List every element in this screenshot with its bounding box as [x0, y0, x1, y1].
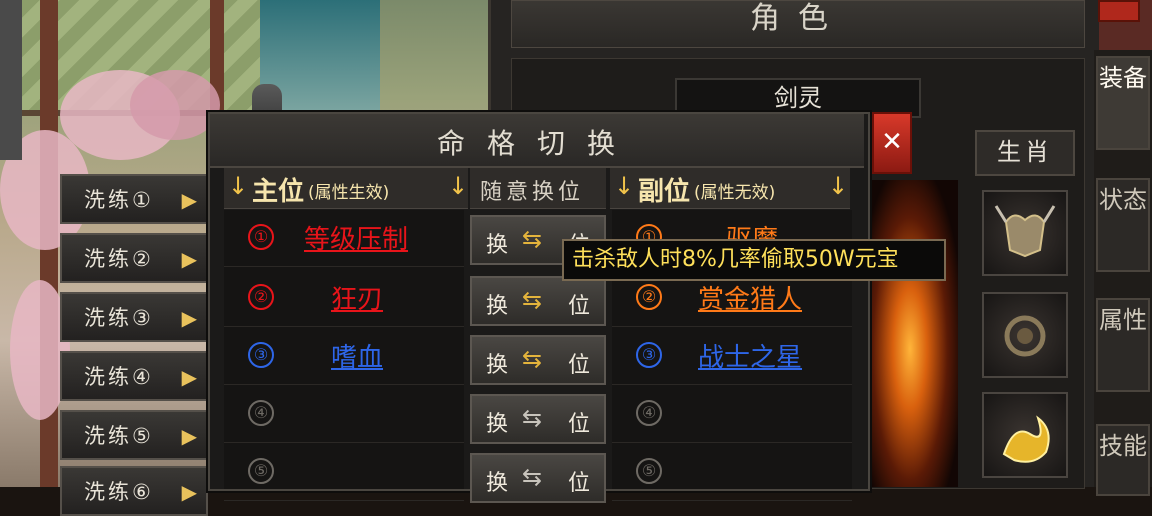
swap-arrows-icon: ⇆ [522, 286, 543, 314]
swap-arrows-icon: ⇆ [522, 345, 543, 373]
primary-header-label: 主位 [252, 177, 305, 207]
chevron-right-icon: ▶ [181, 480, 200, 504]
primary-slot-name[interactable]: 狂刃 [331, 279, 383, 316]
tab-skills[interactable]: 技能 [1096, 424, 1150, 496]
swap-label-left: 换 [486, 412, 509, 437]
chevron-right-icon: ▶ [181, 365, 200, 389]
wash-button-5[interactable]: 洗练⑤ ▶ [60, 410, 208, 460]
scene-pole [0, 0, 22, 160]
primary-slot-row[interactable]: ② 狂刃 [224, 270, 464, 327]
golden-dragon-icon [1002, 415, 1050, 463]
middle-header-label: 随意换位 [480, 180, 585, 205]
tab-status[interactable]: 状态 [1096, 178, 1150, 272]
zodiac-slot-1[interactable] [982, 190, 1068, 276]
arrow-down-icon: ↓ [228, 172, 249, 200]
swap-label-left: 换 [486, 471, 509, 496]
slot-number-badge: ② [248, 284, 274, 310]
primary-slot-list: ① 等级压制 ② 狂刃 ③ 嗜血 ④ ⑤ [224, 210, 464, 501]
swap-arrows-icon: ⇆ [522, 404, 543, 432]
tab-equipment[interactable]: 装备 [1096, 56, 1150, 150]
corner-button[interactable] [1098, 0, 1140, 22]
swap-label-left: 换 [486, 294, 509, 319]
zodiac-label: 生肖 [975, 130, 1075, 176]
secondary-slot-name[interactable]: 战士之星 [698, 337, 802, 374]
dragon-coil-icon [1004, 315, 1046, 357]
fire-artwork [862, 180, 958, 487]
wash-button-1[interactable]: 洗练① ▶ [60, 174, 208, 224]
slot-number-badge: ③ [636, 342, 662, 368]
swap-label-left: 换 [486, 233, 509, 258]
secondary-header-note: (属性无效) [694, 183, 776, 203]
secondary-header: ↓ 副位 (属性无效) ↓ [610, 168, 850, 209]
primary-header: ↓ 主位 (属性生效) ↓ [224, 168, 468, 209]
swap-label-right: 位 [567, 294, 590, 319]
arrow-down-icon: ↓ [448, 172, 469, 200]
zodiac-slot-2[interactable] [982, 292, 1068, 378]
primary-slot-row[interactable]: ① 等级压制 [224, 210, 464, 267]
fate-switch-dialog: 命格切换 ↓ 主位 (属性生效) ↓ 随意换位 ↓ 副位 (属性无效) ↓ ① … [208, 112, 870, 503]
middle-header: 随意换位 [470, 168, 606, 209]
wash-button-2[interactable]: 洗练② ▶ [60, 233, 208, 283]
secondary-slot-row[interactable]: ③ 战士之星 [612, 328, 852, 385]
swap-button-3[interactable]: 换 ⇆ 位 [470, 335, 606, 385]
slot-number-badge: ② [636, 284, 662, 310]
secondary-header-label: 副位 [638, 177, 691, 207]
slot-number-badge: ① [248, 224, 274, 250]
dialog-title: 命格切换 [436, 127, 637, 160]
character-window-header: 角色 [511, 0, 1085, 48]
wash-button-label: 洗练④ [84, 365, 154, 389]
zodiac-slot-3[interactable] [982, 392, 1068, 478]
chevron-right-icon: ▶ [181, 306, 200, 330]
wash-button-4[interactable]: 洗练④ ▶ [60, 351, 208, 401]
primary-slot-row[interactable]: ④ [224, 386, 464, 443]
slot-number-badge: ④ [636, 400, 662, 426]
swap-button-5[interactable]: 换 ⇆ 位 [470, 453, 606, 503]
primary-slot-name[interactable]: 等级压制 [304, 219, 408, 256]
chevron-right-icon: ▶ [181, 188, 200, 212]
primary-slot-row[interactable]: ③ 嗜血 [224, 328, 464, 385]
arrow-down-icon: ↓ [828, 172, 849, 200]
wash-button-label: 洗练③ [84, 306, 154, 330]
tab-attributes[interactable]: 属性 [1096, 298, 1150, 392]
swap-label-right: 位 [567, 412, 590, 437]
wash-button-label: 洗练⑥ [84, 480, 154, 504]
secondary-slot-row[interactable]: ④ [612, 386, 852, 443]
primary-header-note: (属性生效) [308, 183, 390, 203]
secondary-slot-row[interactable]: ⑤ [612, 444, 852, 501]
slot-number-badge: ④ [248, 400, 274, 426]
horned-helmet-icon [994, 205, 1056, 258]
slot-number-badge: ③ [248, 342, 274, 368]
character-window-title: 角色 [750, 1, 846, 36]
wash-button-3[interactable]: 洗练③ ▶ [60, 292, 208, 342]
arrow-down-icon: ↓ [614, 172, 635, 200]
swap-label-right: 位 [567, 471, 590, 496]
wash-button-label: 洗练① [84, 188, 154, 212]
wash-button-6[interactable]: 洗练⑥ ▶ [60, 466, 208, 516]
slot-number-badge: ⑤ [636, 458, 662, 484]
swap-arrows-icon: ⇆ [522, 225, 543, 253]
side-tab-bar: 装备 状态 属性 技能 [1094, 50, 1152, 496]
dialog-title-bar: 命格切换 [210, 114, 864, 168]
wash-button-label: 洗练② [84, 247, 154, 271]
swap-label-right: 位 [567, 353, 590, 378]
scene-blossom [130, 70, 220, 140]
swap-button-2[interactable]: 换 ⇆ 位 [470, 276, 606, 326]
chevron-right-icon: ▶ [181, 424, 200, 448]
primary-slot-name[interactable]: 嗜血 [331, 337, 383, 374]
swap-label-left: 换 [486, 353, 509, 378]
skill-tooltip: 击杀敌人时8%几率偷取50W元宝 [562, 239, 946, 281]
close-button[interactable]: ✕ [872, 112, 912, 174]
wash-button-label: 洗练⑤ [84, 424, 154, 448]
slot-number-badge: ⑤ [248, 458, 274, 484]
secondary-slot-name[interactable]: 赏金猎人 [698, 279, 802, 316]
primary-slot-row[interactable]: ⑤ [224, 444, 464, 501]
chevron-right-icon: ▶ [181, 247, 200, 271]
swap-button-4[interactable]: 换 ⇆ 位 [470, 394, 606, 444]
